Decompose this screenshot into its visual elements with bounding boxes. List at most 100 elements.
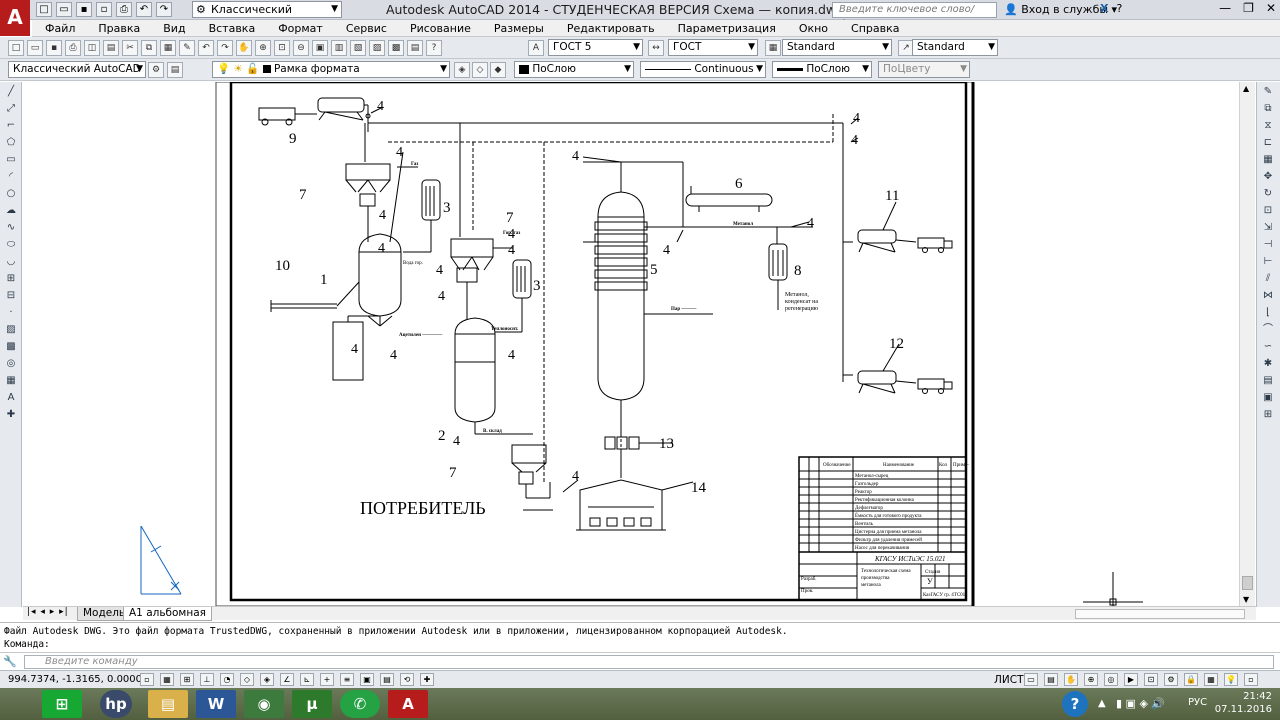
menu-format[interactable]: Формат	[265, 20, 333, 36]
layer-tool-icon[interactable]: ▤	[1260, 373, 1276, 388]
isolate-objects-icon[interactable]: 💡	[1224, 673, 1238, 686]
gear-icon[interactable]: ⚙	[148, 62, 164, 78]
close-icon[interactable]: ✕	[1266, 1, 1276, 15]
3d-osnap-icon[interactable]: ◈	[260, 673, 274, 686]
rotate-icon[interactable]: ↻	[1260, 186, 1276, 201]
scale-icon[interactable]: ⊡	[1260, 203, 1276, 218]
ellipse-icon[interactable]: ⬭	[3, 237, 19, 252]
redo-icon[interactable]: ↷	[156, 2, 172, 17]
annotation-monitor-icon[interactable]: ✚	[420, 673, 434, 686]
text-style-icon[interactable]: A	[528, 40, 544, 56]
spline-icon[interactable]: ∿	[3, 220, 19, 235]
infer-constraints-icon[interactable]: ▫	[140, 673, 154, 686]
help-icon[interactable]: ?	[1116, 2, 1122, 15]
command-input[interactable]: Введите команду	[24, 655, 1274, 669]
windows-start-icon[interactable]: ⊞	[42, 690, 82, 718]
polygon-icon[interactable]: ⬠	[3, 135, 19, 150]
language-indicator[interactable]: РУС	[1188, 697, 1207, 708]
plotstyle-dropdown[interactable]: ПоЦвету ▼	[878, 61, 970, 78]
make-block-icon[interactable]: ⊟	[3, 288, 19, 303]
ducs-icon[interactable]: ⊾	[300, 673, 314, 686]
lock-ui-icon[interactable]: 🔒	[1184, 673, 1198, 686]
tab-navigation-icon[interactable]: |◂ ◂ ▸ ▸|	[27, 607, 69, 617]
model-paper-toggle[interactable]: ЛИСТ	[994, 674, 1024, 686]
selection-cycling-icon[interactable]: ⟲	[400, 673, 414, 686]
quick-view-layouts-icon[interactable]: ▭	[1024, 673, 1038, 686]
stretch-icon[interactable]: ⇲	[1260, 220, 1276, 235]
zoom-status-icon[interactable]: ⊕	[1084, 673, 1098, 686]
open-icon[interactable]: ▭	[27, 40, 43, 56]
osnap-icon[interactable]: ◇	[240, 673, 254, 686]
scroll-thumb[interactable]	[1242, 576, 1253, 590]
new-icon[interactable]: □	[36, 2, 52, 17]
clean-screen-icon[interactable]: ▫	[1244, 673, 1258, 686]
save-icon[interactable]: ▪	[46, 40, 62, 56]
preview-icon[interactable]: ◫	[84, 40, 100, 56]
calculator-icon[interactable]: ▤	[407, 40, 423, 56]
utorrent-icon[interactable]: µ	[292, 690, 332, 718]
zoom-window-icon[interactable]: ⊡	[274, 40, 290, 56]
quick-view-drawings-icon[interactable]: ▤	[1044, 673, 1058, 686]
join-icon[interactable]: ⋈	[1260, 288, 1276, 303]
mtext-icon[interactable]: A	[3, 390, 19, 405]
polyline-icon[interactable]: ⌐	[3, 118, 19, 133]
region-icon[interactable]: ◎	[3, 356, 19, 371]
text-style-dropdown[interactable]: ГОСТ 5 ▼	[548, 39, 643, 56]
print-icon[interactable]: ⎙	[116, 2, 132, 17]
color-dropdown[interactable]: ПоСлою ▼	[514, 61, 634, 78]
redo-icon[interactable]: ↷	[217, 40, 233, 56]
paste-icon[interactable]: ▦	[160, 40, 176, 56]
dim-style-icon[interactable]: ↔	[648, 40, 664, 56]
otrack-icon[interactable]: ∠	[280, 673, 294, 686]
design-center-icon[interactable]: ▥	[331, 40, 347, 56]
chamfer-icon[interactable]: ⌊	[1260, 305, 1276, 320]
transparency-icon[interactable]: ▣	[360, 673, 374, 686]
blend-icon[interactable]: ∽	[1260, 339, 1276, 354]
menu-window[interactable]: Окно	[786, 20, 838, 36]
cut-icon[interactable]: ✂	[122, 40, 138, 56]
group-icon[interactable]: ⊞	[1260, 407, 1276, 422]
line-icon[interactable]: ╱	[3, 84, 19, 99]
zoom-previous-icon[interactable]: ⊖	[293, 40, 309, 56]
array-icon[interactable]: ▦	[1260, 152, 1276, 167]
hatch-icon[interactable]: ▨	[3, 322, 19, 337]
circle-icon[interactable]: ○	[3, 186, 19, 201]
ortho-icon[interactable]: ⊥	[200, 673, 214, 686]
scroll-down-icon[interactable]: ▼	[1243, 595, 1249, 604]
undo-icon[interactable]: ↶	[136, 2, 152, 17]
menu-insert[interactable]: Вставка	[196, 20, 266, 36]
drawing-canvas[interactable]: Ацетилен ———— Теплоносит. Пар ——— Метано…	[23, 80, 1239, 607]
menu-tools[interactable]: Сервис	[333, 20, 397, 36]
break-icon[interactable]: ⫽	[1260, 271, 1276, 286]
dim-style-dropdown[interactable]: ГОСТ ▼	[668, 39, 758, 56]
trim-icon[interactable]: ⊣	[1260, 237, 1276, 252]
menu-dimension[interactable]: Размеры	[481, 20, 554, 36]
make-current-layer-icon[interactable]: ◈	[454, 62, 470, 78]
copy-icon[interactable]: ⧉	[141, 40, 157, 56]
add-selected-icon[interactable]: ✚	[3, 407, 19, 422]
chrome-icon[interactable]: ◉	[244, 690, 284, 718]
wrench-icon[interactable]: 🔧	[3, 655, 17, 668]
file-explorer-icon[interactable]: ▤	[148, 690, 188, 718]
save-icon[interactable]: ▪	[76, 2, 92, 17]
mleader-style-dropdown[interactable]: Standard ▼	[912, 39, 998, 56]
help-circle-icon[interactable]: ?	[1062, 691, 1088, 717]
zoom-realtime-icon[interactable]: ⊕	[255, 40, 271, 56]
hp-icon[interactable]: hp	[100, 690, 132, 718]
menu-edit[interactable]: Правка	[85, 20, 150, 36]
erase-icon[interactable]: ✎	[1260, 84, 1276, 99]
pan-icon[interactable]: ✋	[236, 40, 252, 56]
menu-view[interactable]: Вид	[150, 20, 195, 36]
construction-line-icon[interactable]: ⤢	[3, 101, 19, 116]
publish-icon[interactable]: ▤	[103, 40, 119, 56]
markup-icon[interactable]: ▩	[388, 40, 404, 56]
quick-properties-icon[interactable]: ▤	[380, 673, 394, 686]
tool-palettes-icon[interactable]: ▧	[350, 40, 366, 56]
autocad-logo-button[interactable]: A	[0, 0, 30, 36]
revision-cloud-icon[interactable]: ☁	[3, 203, 19, 218]
move-icon[interactable]: ✥	[1260, 169, 1276, 184]
minimize-icon[interactable]: —	[1219, 1, 1231, 15]
hardware-acceleration-icon[interactable]: ▦	[1204, 673, 1218, 686]
new-icon[interactable]: □	[8, 40, 24, 56]
workspace-dropdown[interactable]: ⚙ Классический AutoCAD ▼	[192, 1, 342, 31]
